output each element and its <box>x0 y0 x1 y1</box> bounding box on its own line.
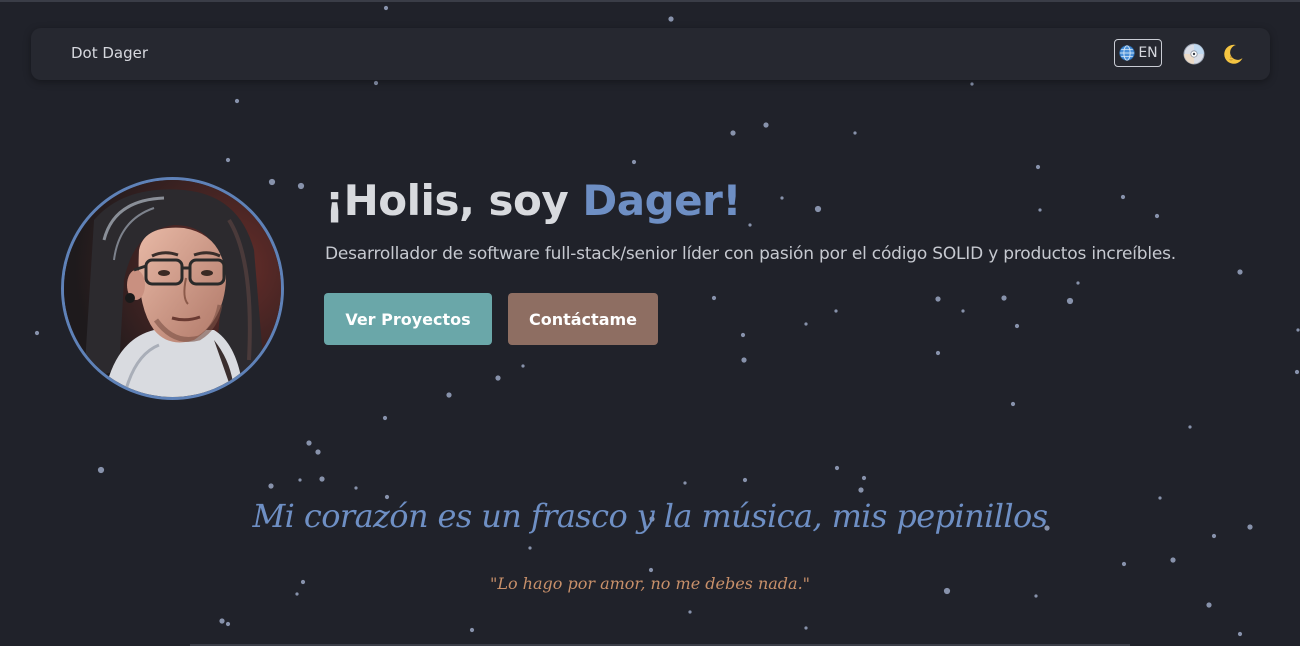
star-particle <box>1038 208 1042 212</box>
star-particle <box>528 546 532 550</box>
star-particle <box>97 466 105 474</box>
star-particle <box>683 481 687 485</box>
star-particle <box>834 309 838 313</box>
star-particle <box>268 178 276 186</box>
star-particle <box>1076 281 1080 285</box>
star-particle <box>688 610 692 614</box>
star-particle <box>935 350 941 356</box>
star-particle <box>853 131 857 135</box>
moon-icon <box>1222 43 1244 65</box>
star-particle <box>648 567 654 573</box>
star-particle <box>1120 194 1126 200</box>
star-particle <box>763 122 769 128</box>
language-label: EN <box>1138 45 1158 61</box>
navbar: Dot Dager EN <box>31 28 1270 80</box>
quote-subtext: "Lo hago por amor, no me debes nada." <box>489 574 811 593</box>
star-particle <box>298 478 302 482</box>
globe-icon <box>1118 44 1136 62</box>
star-particle <box>1035 164 1041 170</box>
star-particle <box>730 130 736 136</box>
star-particle <box>315 449 321 455</box>
star-particle <box>668 16 674 22</box>
star-particle <box>469 627 475 633</box>
star-particle <box>740 332 746 338</box>
star-particle <box>1170 557 1176 563</box>
star-particle <box>268 483 274 489</box>
star-particle <box>1296 328 1300 332</box>
star-particle <box>1034 594 1038 598</box>
star-particle <box>446 392 452 398</box>
hero-title: ¡Holis, soy Dager! <box>325 176 742 225</box>
star-particle <box>1014 323 1020 329</box>
star-particle <box>1237 269 1243 275</box>
star-particle <box>935 296 941 302</box>
avatar <box>61 177 284 400</box>
star-particle <box>814 205 822 213</box>
star-particle <box>495 375 501 381</box>
star-particle <box>219 618 225 624</box>
star-particle <box>1154 213 1160 219</box>
star-particle <box>354 486 358 490</box>
star-particle <box>741 357 747 363</box>
star-particle <box>521 364 525 368</box>
star-particle <box>1010 401 1016 407</box>
star-particle <box>1237 631 1243 637</box>
star-particle <box>1121 561 1127 567</box>
star-particle <box>1206 602 1212 608</box>
star-particle <box>1001 295 1007 301</box>
language-toggle-button[interactable]: EN <box>1114 39 1162 67</box>
page: Dot Dager EN ¡Holis, soy Dager! Desarrol… <box>0 0 1300 646</box>
star-particle <box>319 476 325 482</box>
star-particle <box>834 465 840 471</box>
star-particle <box>742 477 748 483</box>
star-particle <box>383 5 389 11</box>
star-particle <box>970 82 974 86</box>
hero-name: Dager! <box>582 176 742 225</box>
theme-toggle-button[interactable] <box>1221 42 1245 66</box>
disc-icon <box>1183 43 1205 65</box>
star-particle <box>234 98 240 104</box>
brand-link[interactable]: Dot Dager <box>71 44 148 62</box>
star-particle <box>961 309 965 313</box>
hero-subtitle: Desarrollador de software full-stack/sen… <box>325 244 1176 264</box>
star-particle <box>382 415 388 421</box>
contact-button[interactable]: Contáctame <box>508 293 658 345</box>
star-particle <box>631 159 637 165</box>
star-particle <box>306 440 312 446</box>
hero-greeting: ¡Holis, soy <box>325 176 583 225</box>
star-particle <box>711 295 717 301</box>
star-particle <box>373 80 379 86</box>
music-toggle-button[interactable] <box>1182 42 1206 66</box>
star-particle <box>225 157 231 163</box>
star-particle <box>858 487 864 493</box>
star-particle <box>1066 297 1074 305</box>
star-particle <box>748 223 752 227</box>
avatar-illustration <box>64 180 281 397</box>
star-particle <box>780 196 784 200</box>
star-particle <box>1188 425 1192 429</box>
star-particle <box>225 621 231 627</box>
quote-heading: Mi corazón es un frasco y la música, mis… <box>252 497 1049 535</box>
star-particle <box>861 475 867 481</box>
star-particle <box>1294 369 1300 375</box>
star-particle <box>297 182 305 190</box>
view-projects-button[interactable]: Ver Proyectos <box>324 293 492 345</box>
star-particle <box>804 626 808 630</box>
star-particle <box>804 322 808 326</box>
star-particle <box>34 330 40 336</box>
